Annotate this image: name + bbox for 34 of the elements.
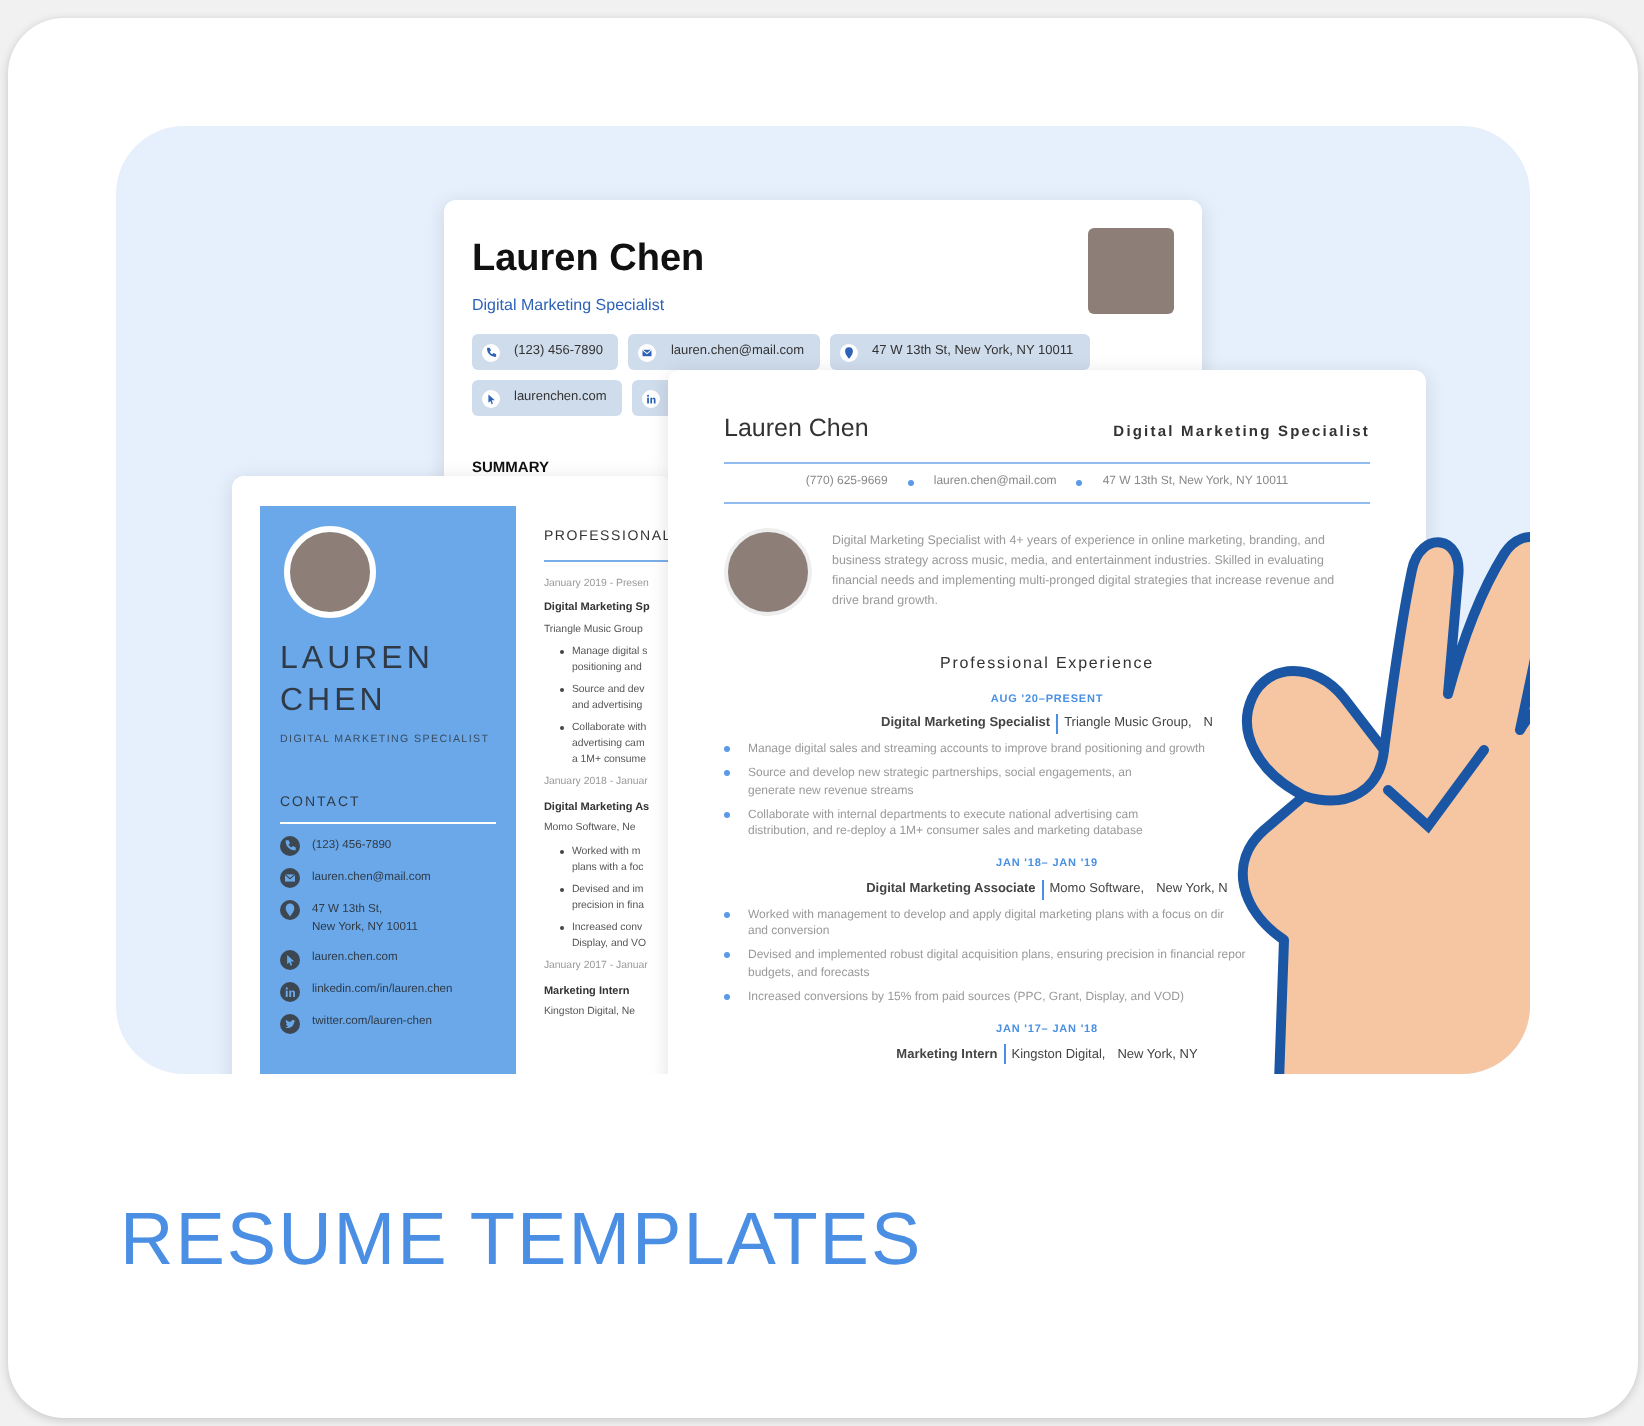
photo-placeholder [1088,228,1174,314]
avatar-placeholder [724,527,812,616]
person-name: Lauren Chen [472,240,705,278]
social-icon [642,389,661,407]
bullet-dot [559,726,564,731]
bullet-dot [724,911,730,918]
location-pin-icon [840,343,859,361]
envelope-icon [280,868,300,889]
cursor-icon [482,389,500,407]
bullet-dot [559,688,564,693]
person-name: LAUREN CHEN [280,640,436,722]
separator-dot [1076,479,1083,486]
section-title[interactable]: RESUME TEMPLATES [120,1202,923,1276]
bullet-dot [559,888,564,893]
separator-dot [907,479,914,486]
avatar-placeholder [284,526,376,618]
bullet-dot [724,952,730,959]
bullet-dot [724,811,730,818]
bullet-dot [724,746,730,752]
location-pin-icon [280,900,300,921]
section-heading: Professional Experience [938,651,1156,676]
bullet-dot [559,650,564,655]
bullet-dot [559,850,564,855]
phone-icon [280,836,300,857]
cursor-icon [280,949,300,970]
job-title: Digital Marketing Specialist [472,294,667,318]
social-icon [280,981,300,1002]
bullet-dot [559,926,564,931]
person-name: Lauren Chen [724,412,869,446]
bullet-dot [724,770,730,777]
envelope-icon [638,343,657,361]
bullet-dot [724,993,730,1000]
bird-icon [280,1013,300,1034]
phone-icon [482,343,500,361]
